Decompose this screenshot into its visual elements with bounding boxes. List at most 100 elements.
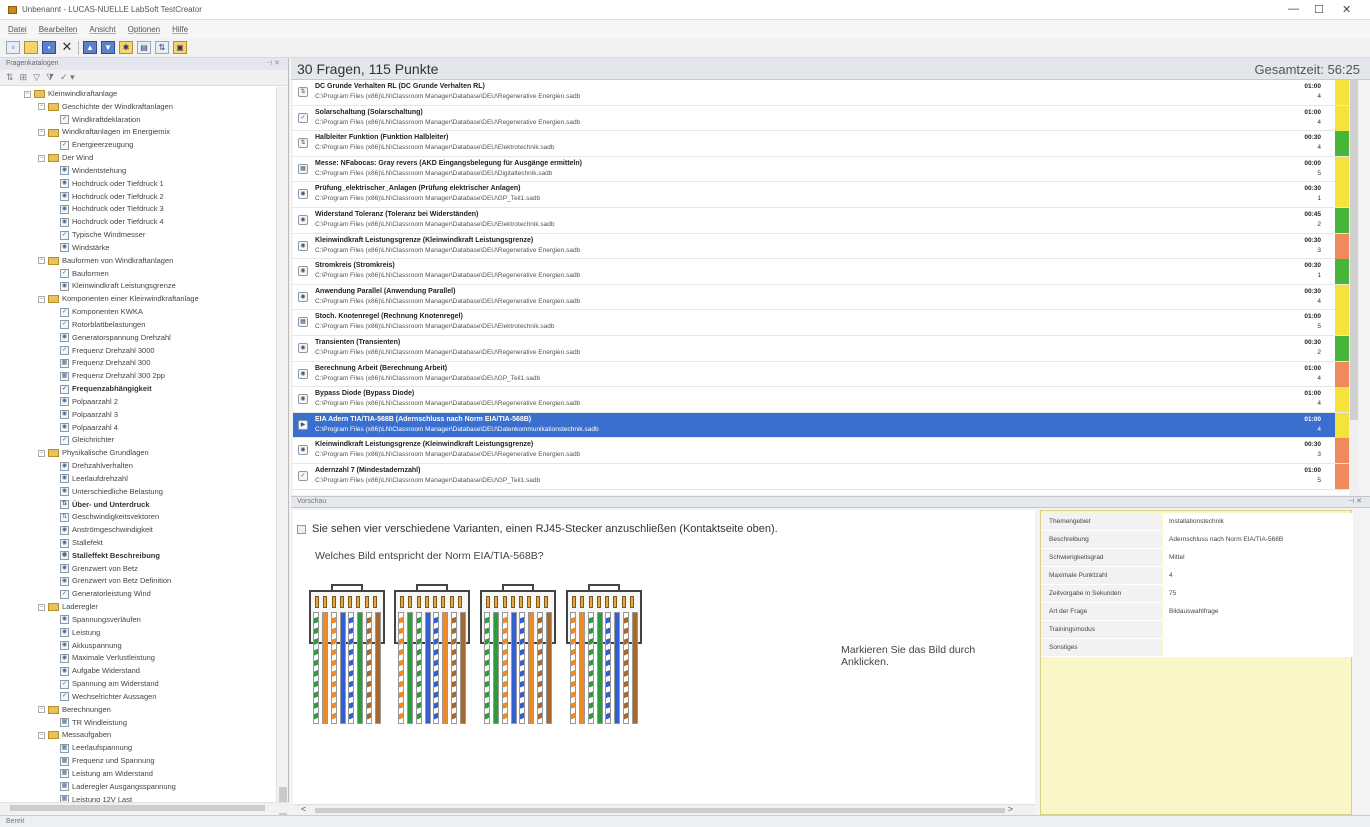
expand-toggle-icon[interactable]: − xyxy=(38,103,45,111)
tree-item[interactable]: ▦ TR Windleistung xyxy=(0,717,276,730)
question-row[interactable]: ✓ Adernzahl 7 (Mindestadernzahl) C:\Progra… xyxy=(293,463,1349,490)
property-row[interactable]: Zeitvorgabe in Sekunden 75 xyxy=(1041,585,1353,603)
question-row[interactable]: ◉ Bypass Diode (Bypass Diode) C:\Program F… xyxy=(293,387,1349,413)
tree-item[interactable]: ◉ Drehzahlverhalten xyxy=(0,460,276,473)
tree-item[interactable]: ◉ Spannungsverläufen xyxy=(0,614,276,627)
menu-bearbeiten[interactable]: Bearbeiten xyxy=(39,25,78,34)
tree-item[interactable]: ✓ Frequenz Drehzahl 3000 xyxy=(0,345,276,358)
expand-toggle-icon[interactable]: − xyxy=(38,706,45,714)
expand-icon[interactable]: ⊞ xyxy=(20,72,28,83)
tree-item[interactable]: ◉ Hochdruck oder Tiefdruck 4 xyxy=(0,216,276,229)
tree-item[interactable]: ◉ Windstärke xyxy=(0,242,276,255)
property-row[interactable]: Sonstiges xyxy=(1041,639,1353,657)
new-file-icon[interactable]: ▫ xyxy=(6,41,20,54)
tree-item[interactable]: ▦ Laderegler Ausgangsspannung xyxy=(0,781,276,794)
question-row[interactable]: ⇅ Halbleiter Funktion (Funktion Halbleite… xyxy=(293,131,1349,157)
rj45-plug-option[interactable] xyxy=(480,584,556,724)
expand-toggle-icon[interactable]: − xyxy=(38,257,45,265)
question-row[interactable]: ▦ Stoch. Knotenregel (Rechnung Knotenrege… xyxy=(293,310,1349,336)
tree-item[interactable]: ◉ Stallefekt xyxy=(0,537,276,550)
tree-item[interactable]: ✓ Generatorleistung Wind xyxy=(0,588,276,601)
print-icon[interactable]: ▣ xyxy=(173,41,187,54)
tree-item[interactable]: ✓ Rotorblattbelastungen xyxy=(0,319,276,332)
question-row[interactable]: ◉ Widerstand Toleranz (Toleranz bei Wider… xyxy=(293,207,1349,234)
tree-hscrollbar-thumb[interactable] xyxy=(10,805,265,811)
question-row[interactable]: ◉ Anwendung Parallel (Anwendung Parallel)… xyxy=(293,284,1349,311)
tree-item[interactable]: ✓ Gleichrichter xyxy=(0,434,276,447)
question-row[interactable]: ◉ Berechnung Arbeit (Berechnung Arbeit) C:… xyxy=(293,361,1349,388)
tree-item[interactable]: ✓ Typische Windmesser xyxy=(0,229,276,242)
close-button[interactable]: ✕ xyxy=(1342,3,1351,16)
tree-folder[interactable]: − Geschichte der Windkraftanlagen xyxy=(0,101,276,114)
property-value[interactable]: Installationstechnik xyxy=(1163,513,1353,530)
scroll-right-arrow[interactable]: > xyxy=(1008,804,1013,814)
tree-item[interactable]: ✓ Bauformen xyxy=(0,268,276,281)
tree-folder[interactable]: − Laderegler xyxy=(0,601,276,614)
tree-item[interactable]: ◉ Grenzwert von Betz xyxy=(0,563,276,576)
tree-item[interactable]: ◉ Maximale Verlustleistung xyxy=(0,652,276,665)
preview-hscrollbar-thumb[interactable] xyxy=(315,808,1005,813)
open-folder-icon[interactable] xyxy=(24,41,38,54)
preview-pin-icon[interactable]: ⊣ ✕ xyxy=(1348,497,1362,505)
expand-toggle-icon[interactable]: − xyxy=(38,295,45,303)
filter-icon[interactable]: ▽ xyxy=(33,72,40,83)
maximize-button[interactable]: ☐ xyxy=(1314,3,1324,16)
tree-hscrollbar[interactable] xyxy=(0,802,289,813)
expand-toggle-icon[interactable]: − xyxy=(38,731,45,739)
rj45-plug-option[interactable] xyxy=(394,584,470,724)
property-value[interactable]: 4 xyxy=(1163,567,1353,584)
property-value[interactable]: Adernschluss nach Norm EIA/TIA-568B xyxy=(1163,531,1353,548)
tree-item[interactable]: ▦ Leerlaufspannung xyxy=(0,742,276,755)
tree-item[interactable]: ◉ Polpaarzahl 4 xyxy=(0,422,276,435)
minimize-button[interactable]: — xyxy=(1288,3,1299,15)
question-list-scrollbar[interactable] xyxy=(1349,80,1359,495)
tree-item[interactable]: ◉ Polpaarzahl 3 xyxy=(0,409,276,422)
property-value[interactable]: Bildauswahlfrage xyxy=(1163,603,1353,620)
tree-item[interactable]: ◉ Kleinwindkraft Leistungsgrenze xyxy=(0,280,276,293)
expand-toggle-icon[interactable]: − xyxy=(24,90,31,98)
expand-toggle-icon[interactable]: − xyxy=(38,603,45,611)
tree-folder[interactable]: − Bauformen von Windkraftanlagen xyxy=(0,255,276,268)
options-dropdown-icon[interactable]: ✓ ▾ xyxy=(60,72,75,83)
tree-item[interactable]: ◉ Leistung xyxy=(0,627,276,640)
pin-close-icon[interactable]: ⊣ ✕ xyxy=(266,59,280,67)
tree-item[interactable]: ▦ Frequenz Drehzahl 300 2pp xyxy=(0,370,276,383)
tree-folder[interactable]: − Berechnungen xyxy=(0,704,276,717)
property-row[interactable]: Trainingsmodus xyxy=(1041,621,1353,639)
tree-folder[interactable]: − Der Wind xyxy=(0,152,276,165)
question-list-scrollbar-thumb[interactable] xyxy=(1350,80,1358,420)
tree-item[interactable]: ◉ Aufgabe Widerstand xyxy=(0,665,276,678)
tree-item[interactable]: ✓ Komponenten KWKA xyxy=(0,306,276,319)
question-row[interactable]: ▦ Messe: NFabocas: Gray revers (AKD Einga… xyxy=(293,156,1349,183)
property-row[interactable]: Beschreibung Adernschluss nach Norm EIA/T… xyxy=(1041,531,1353,549)
tree-item[interactable]: ✓ Energieerzeugung xyxy=(0,139,276,152)
tree-item[interactable]: ✓ Windkraftdeklaration xyxy=(0,114,276,127)
tree-scrollbar[interactable] xyxy=(276,87,288,817)
expand-toggle-icon[interactable]: − xyxy=(38,154,45,162)
rj45-plug-option[interactable] xyxy=(309,584,385,724)
delete-icon[interactable]: ✕ xyxy=(60,40,74,54)
tree-item[interactable]: ◉ Leerlaufdrehzahl xyxy=(0,473,276,486)
tree-item[interactable]: ◉ Stalleffekt Beschreibung xyxy=(0,550,276,563)
question-row[interactable]: ◉ Transienten (Transienten) C:\Program Fil… xyxy=(293,335,1349,362)
tree-item[interactable]: ◉ Unterschiedliche Belastung xyxy=(0,486,276,499)
tree-item[interactable]: ✓ Frequenzabhängigkeit xyxy=(0,383,276,396)
tree-folder[interactable]: − Physikalische Grundlagen xyxy=(0,447,276,460)
question-row[interactable]: ⇅ DC Grunde Verhalten RL (DC Grunde Verha… xyxy=(293,80,1349,106)
question-row[interactable]: ◉ Kleinwindkraft Leistungsgrenze (Kleinwi… xyxy=(293,438,1349,464)
property-value[interactable]: 75 xyxy=(1163,585,1353,602)
tree-item[interactable]: ▦ Frequenz Drehzahl 300 xyxy=(0,357,276,370)
tree-item[interactable]: ◉ Polpaarzahl 2 xyxy=(0,396,276,409)
tree-folder[interactable]: − Kleinwindkraftanlage xyxy=(0,88,276,101)
question-row[interactable]: ▶ EIA Adern TIA/TIA-568B (Adernschluss na… xyxy=(293,412,1349,439)
shuffle-icon[interactable]: ✱ xyxy=(119,41,133,54)
tree-item[interactable]: ◉ Hochdruck oder Tiefdruck 3 xyxy=(0,203,276,216)
tree-item[interactable]: ◉ Anströmgeschwindigkeit xyxy=(0,524,276,537)
rj45-plug-option[interactable] xyxy=(566,584,642,724)
tree-item[interactable]: ⇅ Geschwindigkeitsvektoren xyxy=(0,511,276,524)
tree-item[interactable]: ▦ Leistung am Widerstand xyxy=(0,768,276,781)
menu-hilfe[interactable]: Hilfe xyxy=(172,25,188,34)
menu-ansicht[interactable]: Ansicht xyxy=(89,25,115,34)
tree-item[interactable]: ◉ Generatorspannung Drehzahl xyxy=(0,332,276,345)
tree-item[interactable]: ◉ Windentstehung xyxy=(0,165,276,178)
